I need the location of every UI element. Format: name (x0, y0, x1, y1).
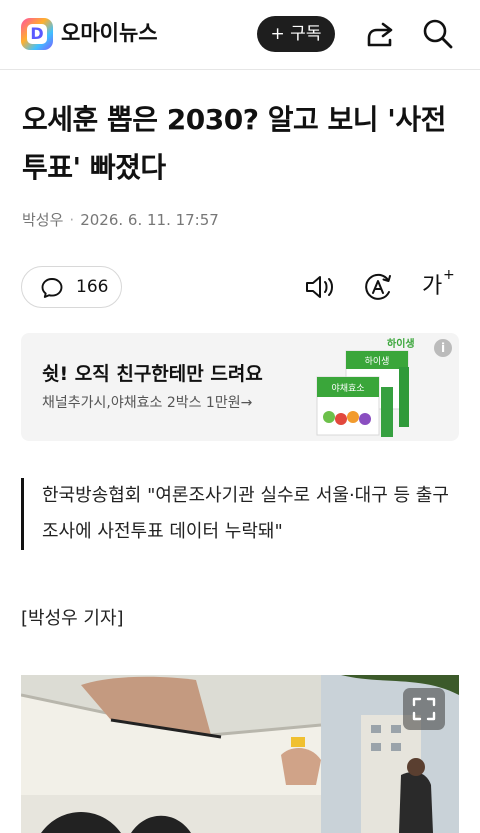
product-image: 하이생 야채효소 (316, 350, 409, 437)
article-title: 오세훈 뽑은 2030? 알고 보니 '사전투표' 빠졌다 (22, 103, 446, 184)
photo-illustration (21, 675, 459, 833)
ad-banner[interactable]: 쉿! 오직 친구한테만 드려요 채널추가시,야채효소 2박스 1만원→ 하이생 … (21, 333, 459, 441)
product-box-label: 야채효소 (331, 383, 364, 394)
subscribe-button[interactable]: + 구독 (257, 16, 335, 52)
app-name[interactable]: 오마이뉴스 (61, 18, 158, 48)
separator-dot: · (69, 211, 75, 229)
font-size-label: 가 (422, 274, 443, 299)
publish-date: 2026. 6. 11. 17:57 (80, 211, 219, 229)
expand-image-button[interactable] (403, 688, 445, 730)
logo-letter: D (27, 24, 47, 44)
article-summary-quote: 한국방송협회 "여론조사기관 실수로 서울·대구 등 출구조사에 사전투표 데이… (21, 478, 461, 550)
fullscreen-icon (412, 697, 436, 721)
top-bar: D 오마이뉴스 + 구독 (0, 0, 480, 70)
byline: 박성우 · 2026. 6. 11. 17:57 (22, 206, 219, 234)
app-logo[interactable]: D (21, 18, 53, 50)
comment-bubble-icon (41, 278, 63, 298)
share-icon[interactable] (363, 17, 397, 51)
listen-speaker-icon[interactable] (303, 270, 337, 304)
plus-icon: + (443, 267, 455, 283)
ad-title: 쉿! 오직 친구한테만 드려요 (42, 363, 263, 385)
ad-subtitle: 채널추가시,야채효소 2박스 1만원→ (42, 395, 253, 411)
reporter-credit: [박성우 기자] (21, 608, 124, 629)
comment-count: 166 (76, 277, 109, 297)
product-box-label-top: 하이생 (365, 356, 390, 367)
comments-button[interactable]: 166 (21, 266, 122, 308)
translate-icon[interactable] (361, 270, 395, 304)
ad-info-icon[interactable]: i (434, 339, 452, 357)
article-photo[interactable] (21, 675, 459, 833)
font-size-button[interactable]: 가 + (421, 267, 457, 304)
search-icon[interactable] (421, 17, 455, 51)
author-name[interactable]: 박성우 (22, 211, 63, 229)
